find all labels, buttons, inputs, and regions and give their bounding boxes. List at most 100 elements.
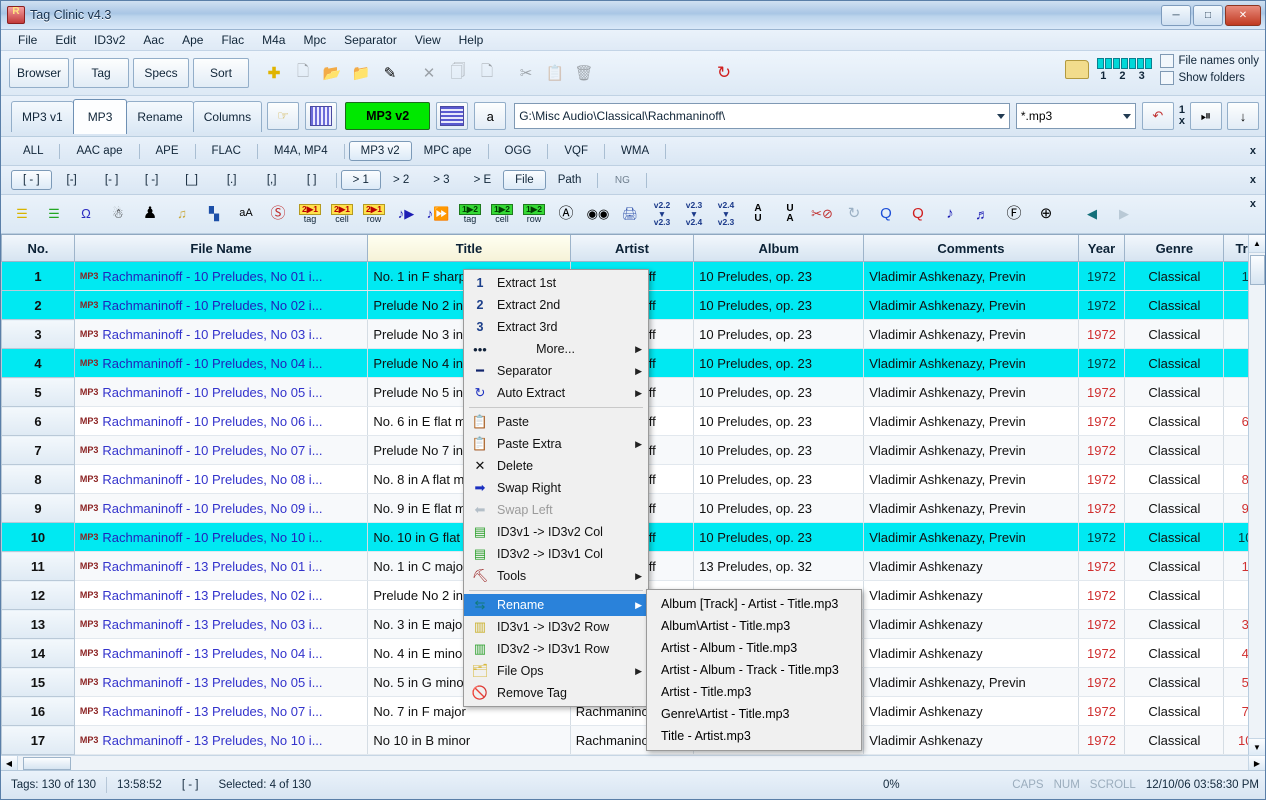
menu-item-file[interactable]: File	[9, 31, 46, 49]
2to1-tag-icon[interactable]: 2▶1tag	[297, 199, 323, 229]
cell-file-name[interactable]: MP3Rachmaninoff - 10 Preludes, No 03 i..…	[74, 320, 367, 349]
pattern-path[interactable]: Path	[546, 170, 594, 190]
cell-year[interactable]: 1972	[1078, 523, 1125, 552]
cell-no[interactable]: 12	[2, 581, 75, 610]
cell-comments[interactable]: Vladimir Ashkenazy, Previn	[864, 291, 1079, 320]
cell-genre[interactable]: Classical	[1125, 494, 1224, 523]
cell-file-name[interactable]: MP3Rachmaninoff - 10 Preludes, No 08 i..…	[74, 465, 367, 494]
prev-icon[interactable]: ◀	[1079, 199, 1105, 229]
cell-comments[interactable]: Vladimir Ashkenazy, Previn	[864, 407, 1079, 436]
format-ogg[interactable]: OGG	[493, 141, 544, 161]
cross-yellow-icon[interactable]: ✚	[263, 62, 285, 84]
cell-year[interactable]: 1972	[1078, 349, 1125, 378]
show-folders-checkbox[interactable]: Show folders	[1160, 71, 1259, 85]
columns-icon[interactable]	[305, 102, 337, 130]
format-m4a-mp4[interactable]: M4A, MP4	[262, 141, 340, 161]
cell-file-name[interactable]: MP3Rachmaninoff - 10 Preludes, No 04 i..…	[74, 349, 367, 378]
rename-submenu-item[interactable]: Artist - Album - Track - Title.mp3	[647, 659, 861, 681]
cell-year[interactable]: 1972	[1078, 581, 1125, 610]
sort-button[interactable]: Sort	[193, 58, 249, 88]
v24-v23-icon[interactable]: v2.4▼v2.3	[713, 199, 739, 229]
bars-chart-icon[interactable]: ▚	[201, 199, 227, 229]
scroll-right-arrow-icon[interactable]: ▶	[1248, 756, 1265, 770]
2to1-row-icon[interactable]: 2▶1row	[361, 199, 387, 229]
rename-submenu-item[interactable]: Artist - Title.mp3	[647, 681, 861, 703]
cell-genre[interactable]: Classical	[1125, 581, 1224, 610]
cell-genre[interactable]: Classical	[1125, 465, 1224, 494]
pattern-gt-e[interactable]: > E	[462, 170, 504, 190]
cell-no[interactable]: 17	[2, 726, 75, 755]
cell-no[interactable]: 3	[2, 320, 75, 349]
cell-file-name[interactable]: MP3Rachmaninoff - 10 Preludes, No 01 i..…	[74, 262, 367, 291]
scroll-left-arrow-icon[interactable]: ◀	[1, 756, 18, 770]
column-header-artist[interactable]: Artist	[570, 235, 693, 262]
cell-comments[interactable]: Vladimir Ashkenazy, Previn	[864, 320, 1079, 349]
close-format-bar-icon[interactable]: x	[1250, 145, 1256, 157]
cell-year[interactable]: 1972	[1078, 697, 1125, 726]
trash-icon[interactable]: 🗑	[573, 62, 595, 84]
cell-year[interactable]: 1972	[1078, 436, 1125, 465]
undo-icon[interactable]: ↶	[1142, 102, 1174, 130]
pattern-dash[interactable]: [-]	[52, 170, 92, 190]
context-menu-item[interactable]: ━Separator▶	[464, 360, 648, 382]
open-folder-left-icon[interactable]: 📁	[350, 62, 372, 84]
extension-select[interactable]: *.mp3	[1016, 103, 1136, 129]
cell-genre[interactable]: Classical	[1125, 320, 1224, 349]
scroll-down-arrow-icon[interactable]: ▼	[1249, 738, 1265, 756]
1to2-row-icon[interactable]: 1▶2row	[521, 199, 547, 229]
cell-genre[interactable]: Classical	[1125, 349, 1224, 378]
pattern-dash-left[interactable]: [ -]	[132, 170, 172, 190]
cell-file-name[interactable]: MP3Rachmaninoff - 10 Preludes, No 07 i..…	[74, 436, 367, 465]
rows-icon[interactable]	[436, 102, 468, 130]
cell-year[interactable]: 1972	[1078, 320, 1125, 349]
cell-comments[interactable]: Vladimir Ashkenazy, Previn	[864, 668, 1079, 697]
context-menu-item[interactable]: ▤ID3v1 -> ID3v2 Col	[464, 521, 648, 543]
cell-comments[interactable]: Vladimir Ashkenazy	[864, 697, 1079, 726]
zoom-plus-icon[interactable]: ⊕	[1033, 199, 1059, 229]
headphone-icon[interactable]: Ω	[73, 199, 99, 229]
printer-icon[interactable]: 🖨	[617, 199, 643, 229]
context-menu-item[interactable]: 📋Paste	[464, 411, 648, 433]
scroll-up-arrow-icon[interactable]: ▲	[1249, 235, 1265, 253]
menu-item-ape[interactable]: Ape	[173, 31, 212, 49]
q-red-icon[interactable]: Q	[905, 199, 931, 229]
music-notes-icon[interactable]: ♫	[169, 199, 195, 229]
context-menu-item[interactable]: ✕Delete	[464, 455, 648, 477]
cell-genre[interactable]: Classical	[1125, 639, 1224, 668]
cell-genre[interactable]: Classical	[1125, 291, 1224, 320]
a-button[interactable]: a	[474, 102, 506, 130]
cell-comments[interactable]: Vladimir Ashkenazy, Previn	[864, 262, 1079, 291]
open-folder-up-icon[interactable]: 📂	[321, 62, 343, 84]
v23-v24-icon[interactable]: v2.3▼v2.4	[681, 199, 707, 229]
refresh-red-blue-icon[interactable]: ↻	[713, 62, 735, 84]
context-menu-item[interactable]: ▥ID3v1 -> ID3v2 Row	[464, 616, 648, 638]
format-vqf[interactable]: VQF	[552, 141, 600, 161]
import-green-icon[interactable]: ☰	[41, 199, 67, 229]
q-blue-icon[interactable]: Q	[873, 199, 899, 229]
pattern-underscore[interactable]: [_]	[172, 170, 212, 190]
cell-file-name[interactable]: MP3Rachmaninoff - 10 Preludes, No 09 i..…	[74, 494, 367, 523]
cell-no[interactable]: 13	[2, 610, 75, 639]
chevron-down-icon[interactable]	[1123, 114, 1131, 119]
format-mpc-ape[interactable]: MPC ape	[412, 141, 484, 161]
cell-genre[interactable]: Classical	[1125, 407, 1224, 436]
cell-no[interactable]: 7	[2, 436, 75, 465]
cell-comments[interactable]: Vladimir Ashkenazy	[864, 639, 1079, 668]
specs-button[interactable]: Specs	[133, 58, 189, 88]
cell-no[interactable]: 1	[2, 262, 75, 291]
cell-title[interactable]: No 10 in B minor	[368, 726, 570, 755]
cell-file-name[interactable]: MP3Rachmaninoff - 13 Preludes, No 03 i..…	[74, 610, 367, 639]
horizontal-scrollbar[interactable]: ◀ ▶	[1, 755, 1265, 770]
menu-item-view[interactable]: View	[406, 31, 450, 49]
context-menu-item[interactable]: ➡Swap Right	[464, 477, 648, 499]
context-menu-item[interactable]: 1Extract 1st	[464, 272, 648, 294]
menu-item-id3v2[interactable]: ID3v2	[85, 31, 134, 49]
menu-item-edit[interactable]: Edit	[46, 31, 85, 49]
pattern-ng[interactable]: NG	[602, 170, 642, 190]
note-plus-icon[interactable]: ♬	[969, 199, 995, 229]
format-all[interactable]: ALL	[11, 141, 55, 161]
cell-no[interactable]: 6	[2, 407, 75, 436]
column-header-album[interactable]: Album	[694, 235, 864, 262]
cell-comments[interactable]: Vladimir Ashkenazy	[864, 552, 1079, 581]
v22-v23-icon[interactable]: v2.2▼v2.3	[649, 199, 675, 229]
